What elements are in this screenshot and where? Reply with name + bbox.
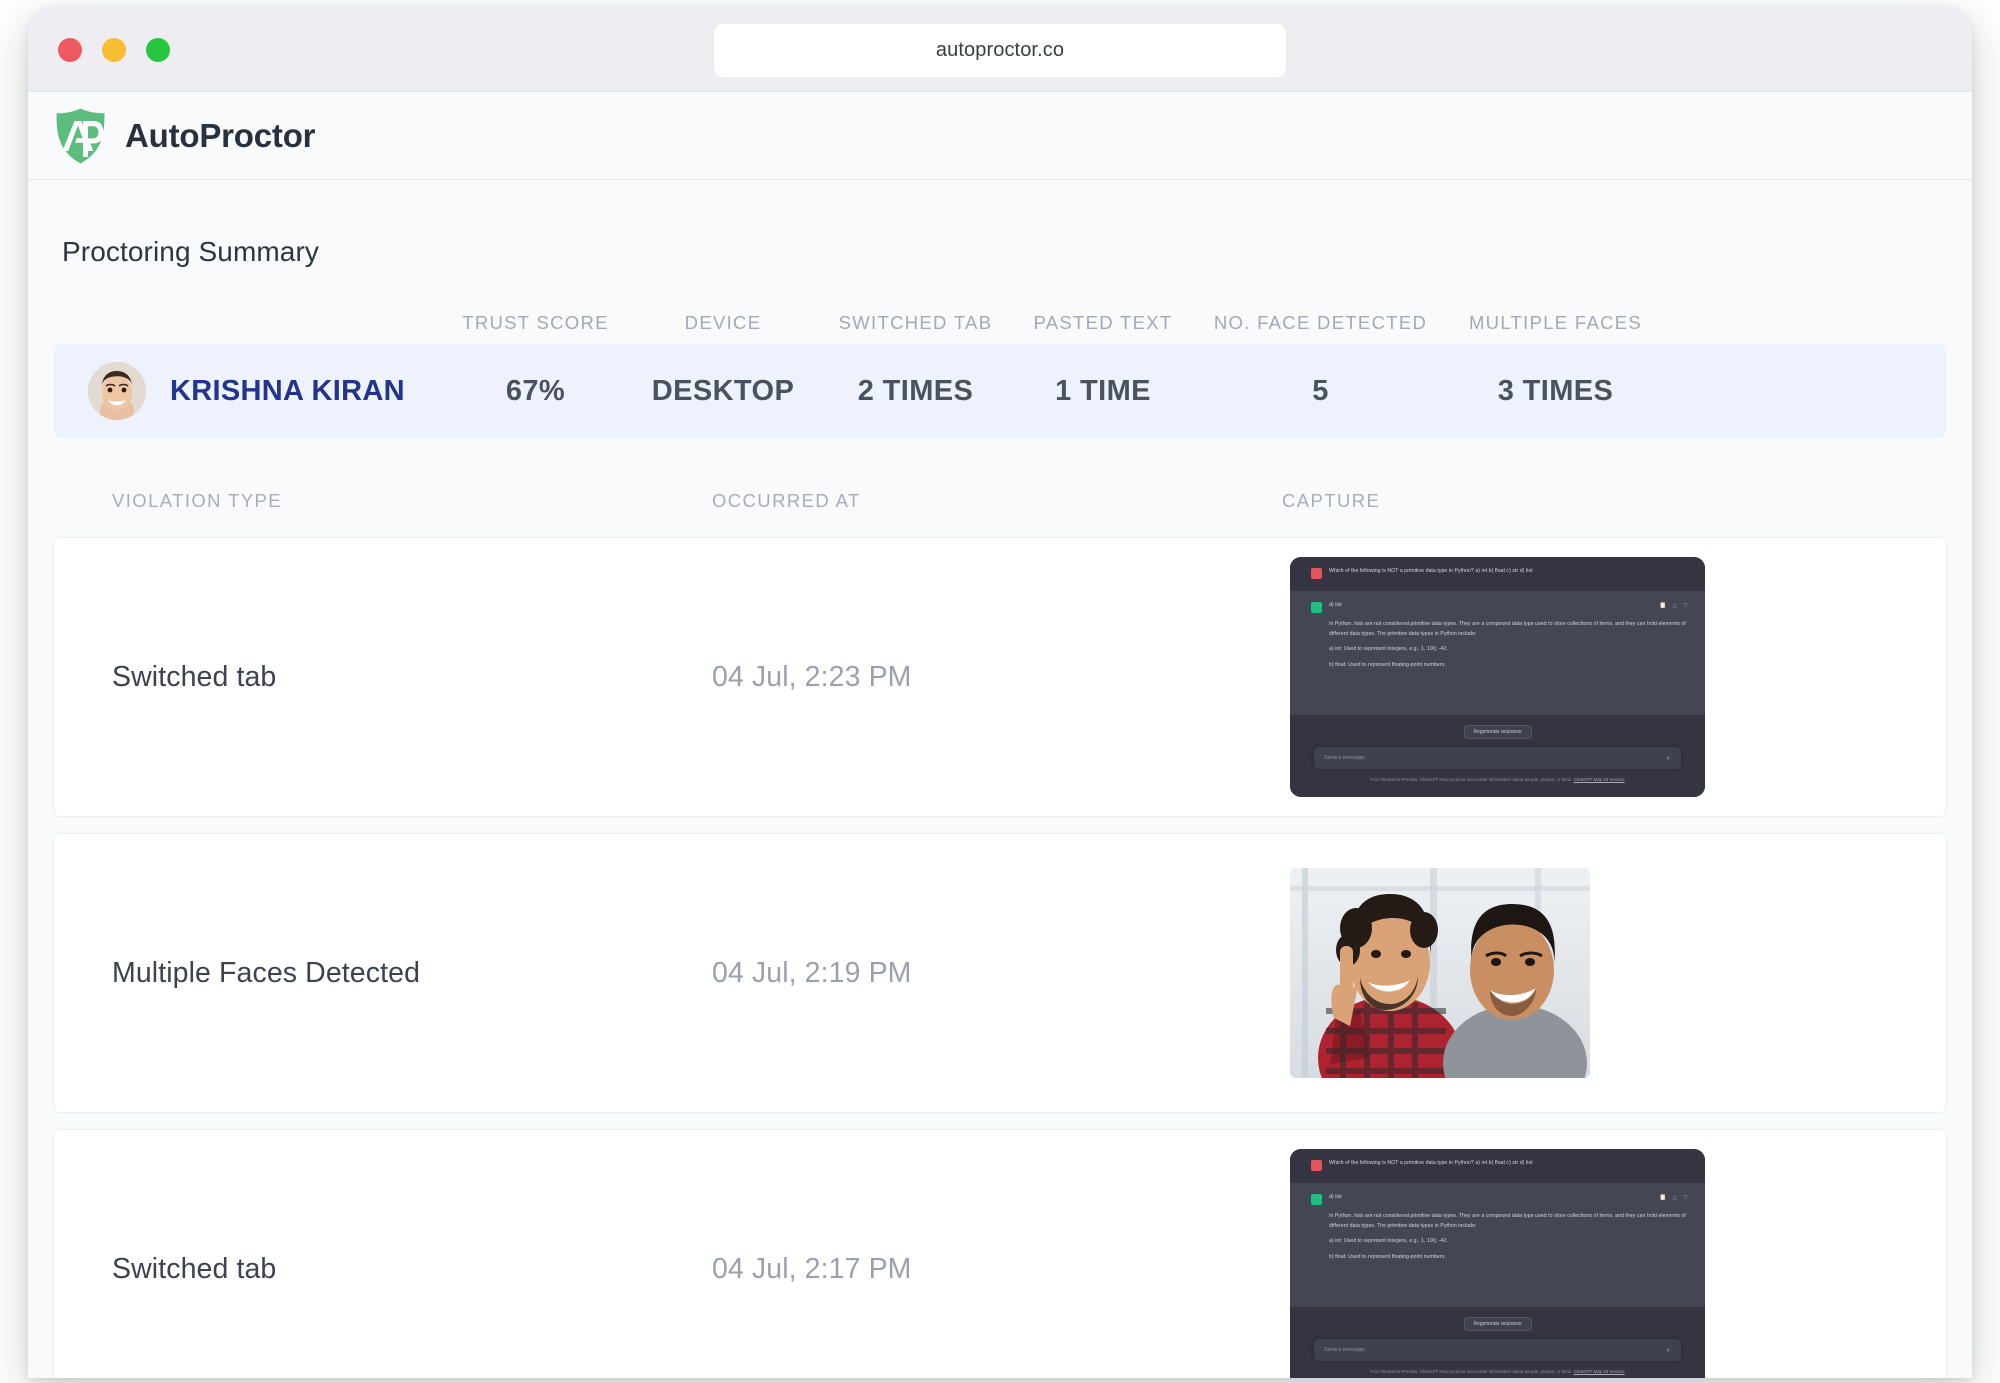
violations-header-row: VIOLATION TYPE OCCURRED AT CAPTURE	[54, 482, 1946, 520]
chat-answer-block: d) list 📋 △ ▽ In Python, lists are not c…	[1290, 591, 1705, 715]
trust-score-value: 67%	[505, 374, 566, 407]
url-bar[interactable]: autoproctor.co	[714, 24, 1286, 77]
chat-answer-title: d) list	[1329, 602, 1342, 608]
violations-table: VIOLATION TYPE OCCURRED AT CAPTURE Switc…	[54, 482, 1946, 1378]
chat-answer-body: In Python, lists are not considered prim…	[1329, 620, 1693, 671]
window-controls	[58, 38, 170, 62]
send-icon[interactable]: ➤	[1666, 1347, 1671, 1354]
close-window-button[interactable]	[58, 38, 82, 62]
app-header: AutoProctor	[28, 92, 1972, 180]
thumbs-down-icon[interactable]: ▽	[1683, 602, 1688, 609]
violation-capture[interactable]	[1282, 868, 1946, 1078]
avatar	[88, 362, 146, 420]
brand-name: AutoProctor	[125, 116, 316, 154]
violation-type: Multiple Faces Detected	[112, 956, 421, 989]
send-icon[interactable]: ➤	[1666, 755, 1671, 762]
thumbs-up-icon[interactable]: △	[1673, 602, 1678, 609]
summary-col-device: DEVICE	[684, 312, 762, 333]
chat-composer[interactable]: Send a message ➤	[1314, 1339, 1681, 1361]
violation-occurred-at: 04 Jul, 2:23 PM	[712, 660, 912, 693]
summary-header-row: TRUST SCORE DEVICE SWITCHED TAB PASTED T…	[54, 302, 1946, 344]
chat-screenshot-thumbnail[interactable]: Which of the following is NOT a primitiv…	[1290, 1149, 1705, 1378]
violations-col-capture: CAPTURE	[1282, 490, 1381, 511]
student-cell: KRISHNA KIRAN	[88, 362, 448, 420]
brand[interactable]: AutoProctor	[54, 107, 315, 165]
violations-col-type: VIOLATION TYPE	[112, 490, 283, 511]
chat-disclaimer: Free Research Preview. ChatGPT may produ…	[1290, 777, 1705, 782]
chat-input-placeholder: Send a message	[1324, 755, 1365, 761]
summary-col-trust-score: TRUST SCORE	[462, 312, 609, 333]
chat-input-placeholder: Send a message	[1324, 1347, 1365, 1353]
browser-titlebar: autoproctor.co	[28, 8, 1972, 92]
chat-question-text: Which of the following is NOT a primitiv…	[1329, 1160, 1533, 1166]
chat-action-icons[interactable]: 📋 △ ▽	[1659, 1194, 1688, 1201]
violation-occurred-at: 04 Jul, 2:19 PM	[712, 956, 912, 989]
chat-disclaimer-text: Free Research Preview. ChatGPT may produ…	[1370, 1369, 1573, 1374]
chat-version-link[interactable]: ChatGPT May 24 Version	[1574, 777, 1625, 782]
page-title: Proctoring Summary	[62, 236, 319, 267]
copy-icon[interactable]: 📋	[1659, 602, 1666, 609]
chat-composer[interactable]: Send a message ➤	[1314, 747, 1681, 769]
summary-col-multiple-faces: MULTIPLE FACES	[1468, 312, 1643, 333]
chat-answer-body: In Python, lists are not considered prim…	[1329, 1212, 1693, 1263]
violation-occurred-at: 04 Jul, 2:17 PM	[712, 1252, 912, 1285]
table-row[interactable]: Switched tab 04 Jul, 2:23 PM Which of th…	[54, 538, 1946, 816]
violations-col-occurred-at: OCCURRED AT	[712, 490, 861, 511]
chat-answer-title: d) list	[1329, 1194, 1342, 1200]
summary-col-switched-tab: SWITCHED TAB	[838, 312, 993, 333]
chat-screenshot-thumbnail[interactable]: Which of the following is NOT a primitiv…	[1290, 557, 1705, 797]
table-row[interactable]: Multiple Faces Detected 04 Jul, 2:19 PM	[54, 834, 1946, 1112]
copy-icon[interactable]: 📋	[1659, 1194, 1666, 1201]
chat-disclaimer-text: Free Research Preview. ChatGPT may produ…	[1370, 777, 1573, 782]
chat-question-text: Which of the following is NOT a primitiv…	[1329, 568, 1533, 574]
webcam-photo-thumbnail[interactable]	[1290, 868, 1590, 1078]
multiple-faces-value: 3 TIMES	[1497, 374, 1614, 407]
regenerate-response-button[interactable]: Regenerate response	[1463, 725, 1532, 739]
summary-col-pasted-text: PASTED TEXT	[1033, 312, 1173, 333]
summary-student-row[interactable]: KRISHNA KIRAN 67% DESKTOP 2 TIMES 1 TIME…	[54, 344, 1946, 438]
pasted-text-value: 1 TIME	[1055, 374, 1151, 407]
chat-footer: Regenerate response Send a message ➤ Fre…	[1290, 1307, 1705, 1378]
proctoring-summary-table: TRUST SCORE DEVICE SWITCHED TAB PASTED T…	[54, 302, 1946, 438]
user-avatar-icon	[1311, 1160, 1322, 1171]
chat-question-block: Which of the following is NOT a primitiv…	[1290, 1149, 1705, 1183]
violation-capture[interactable]: Which of the following is NOT a primitiv…	[1282, 557, 1946, 797]
student-name: KRISHNA KIRAN	[170, 374, 405, 407]
thumbs-down-icon[interactable]: ▽	[1683, 1194, 1688, 1201]
chat-answer-block: d) list 📋 △ ▽ In Python, lists are not c…	[1290, 1183, 1705, 1307]
chat-answer-p1: In Python, lists are not considered prim…	[1329, 1213, 1686, 1229]
violation-capture[interactable]: Which of the following is NOT a primitiv…	[1282, 1149, 1946, 1378]
chat-action-icons[interactable]: 📋 △ ▽	[1659, 602, 1688, 609]
user-avatar-icon	[1311, 568, 1322, 579]
browser-window: autoproctor.co AutoProctor Proctoring Su…	[28, 8, 1972, 1378]
no-face-detected-value: 5	[1312, 374, 1329, 407]
chat-answer-p2: a) int: Used to represent integers, e.g.…	[1329, 1238, 1448, 1245]
chat-answer-p1: In Python, lists are not considered prim…	[1329, 621, 1686, 637]
minimize-window-button[interactable]	[102, 38, 126, 62]
chat-version-link[interactable]: ChatGPT May 24 Version	[1574, 1369, 1625, 1374]
summary-col-no-face-detected: NO. FACE DETECTED	[1213, 312, 1428, 333]
shield-ap-logo-icon	[56, 108, 105, 163]
violation-type: Switched tab	[112, 660, 277, 693]
chat-question-block: Which of the following is NOT a primitiv…	[1290, 557, 1705, 591]
switched-tab-value: 2 TIMES	[857, 374, 974, 407]
page-content: Proctoring Summary TRUST SCORE DEVICE SW…	[28, 180, 1972, 1378]
device-value: DESKTOP	[651, 374, 795, 407]
table-row[interactable]: Switched tab 04 Jul, 2:17 PM Which of th…	[54, 1130, 1946, 1378]
thumbs-up-icon[interactable]: △	[1673, 1194, 1678, 1201]
assistant-avatar-icon	[1311, 1194, 1322, 1205]
chat-answer-p2: a) int: Used to represent integers, e.g.…	[1329, 646, 1448, 653]
url-text: autoproctor.co	[935, 39, 1065, 61]
violation-type: Switched tab	[112, 1252, 277, 1285]
maximize-window-button[interactable]	[146, 38, 170, 62]
assistant-avatar-icon	[1311, 602, 1322, 613]
chat-disclaimer: Free Research Preview. ChatGPT may produ…	[1290, 1369, 1705, 1374]
chat-answer-p3: b) float: Used to represent floating-poi…	[1329, 1253, 1446, 1260]
chat-answer-p3: b) float: Used to represent floating-poi…	[1329, 661, 1446, 668]
chat-footer: Regenerate response Send a message ➤ Fre…	[1290, 715, 1705, 797]
regenerate-response-button[interactable]: Regenerate response	[1463, 1317, 1532, 1331]
